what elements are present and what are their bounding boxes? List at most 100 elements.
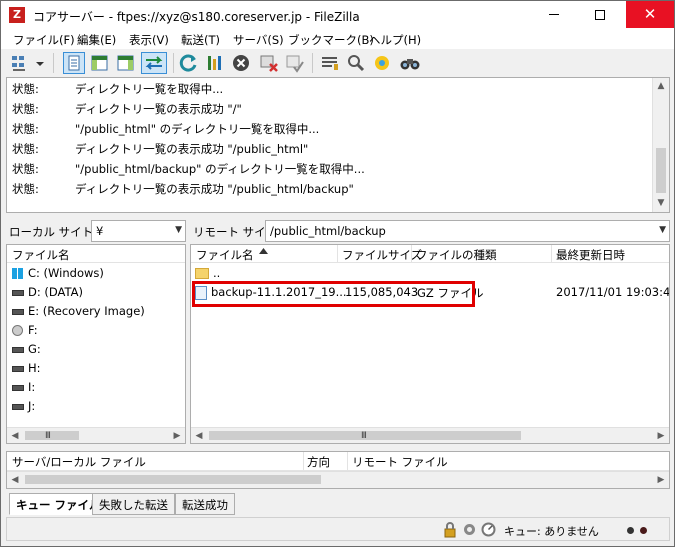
remote-site-bar: リモート サイト: /public_html/backup ▼	[190, 220, 670, 242]
local-site-bar: ローカル サイト: ¥ ▼	[6, 220, 186, 242]
directory-compare-button[interactable]	[371, 52, 393, 74]
drive-label: H:	[28, 361, 41, 375]
scroll-down-icon[interactable]: ▼	[653, 195, 669, 212]
queue-horizontal-scrollbar[interactable]: ◀ ▶	[7, 471, 669, 488]
scroll-up-icon[interactable]: ▲	[653, 78, 669, 95]
remote-horizontal-scrollbar[interactable]: ◀ III ▶	[191, 427, 669, 443]
drive-icon	[12, 384, 24, 391]
toggle-log-button[interactable]	[63, 52, 85, 74]
remote-file-list[interactable]: ファイル名 ファイルサイズ ファイルの種類 最終更新日時 .. backup-1…	[190, 244, 670, 444]
maximize-icon	[595, 9, 605, 20]
log-label: 状態:	[12, 102, 39, 116]
toggle-queue-button[interactable]	[141, 52, 167, 74]
drive-icon	[12, 365, 24, 372]
site-manager-dropdown[interactable]	[34, 52, 46, 74]
search-remote-button[interactable]	[399, 52, 421, 74]
scroll-right-icon[interactable]: ▶	[653, 428, 669, 443]
column-divider[interactable]	[551, 245, 552, 263]
minimize-button[interactable]	[531, 1, 577, 28]
scrollbar-thumb[interactable]	[656, 148, 666, 193]
cd-drive-icon	[12, 325, 23, 336]
refresh-button[interactable]	[178, 52, 200, 74]
drive-label: D: (DATA)	[28, 285, 83, 299]
reconnect-button[interactable]	[284, 52, 306, 74]
queue-column-header: サーバ/ローカル ファイル 方向 リモート ファイル	[7, 452, 669, 471]
tree-item-drive-d[interactable]: D: (DATA)	[12, 285, 83, 303]
process-queue-button[interactable]	[204, 52, 226, 74]
log-label: 状態:	[12, 122, 39, 136]
column-divider[interactable]	[337, 245, 338, 263]
log-label: 状態:	[12, 142, 39, 156]
local-column-header: ファイル名	[7, 245, 185, 263]
toggle-sync-browsing-button[interactable]	[345, 52, 367, 74]
tree-item-drive-i[interactable]: I:	[12, 380, 35, 398]
tree-item-drive-f[interactable]: F:	[12, 323, 38, 341]
log-scrollbar[interactable]: ▲ ▼	[652, 78, 669, 212]
directory-filter-button[interactable]	[319, 52, 341, 74]
tree-item-drive-h[interactable]: H:	[12, 361, 41, 379]
scroll-left-icon[interactable]: ◀	[191, 428, 207, 443]
sync-browsing-icon	[348, 55, 365, 72]
tab-failed-transfers[interactable]: 失敗した転送	[92, 493, 175, 515]
queue-column-local[interactable]: サーバ/ローカル ファイル	[12, 454, 146, 470]
local-path-input[interactable]: ¥ ▼	[91, 220, 186, 242]
scrollbar-grip-icon: III	[361, 431, 367, 441]
column-divider[interactable]	[347, 452, 348, 471]
menu-transfer[interactable]: 転送(T)	[181, 32, 220, 48]
toggle-remote-tree-button[interactable]	[115, 52, 137, 74]
menu-edit[interactable]: 編集(E)	[77, 32, 116, 48]
scroll-right-icon[interactable]: ▶	[169, 428, 185, 443]
log-message: ディレクトリ一覧の表示成功 "/public_html/backup"	[75, 182, 354, 196]
tree-item-drive-g[interactable]: G:	[12, 342, 41, 360]
local-column-filename[interactable]: ファイル名	[12, 247, 70, 263]
toolbar	[1, 49, 674, 77]
column-filename[interactable]: ファイル名	[196, 247, 254, 263]
transfer-queue[interactable]: サーバ/ローカル ファイル 方向 リモート ファイル ◀ ▶	[6, 451, 670, 489]
drive-label: F:	[28, 323, 38, 337]
windows-drive-icon	[12, 268, 23, 279]
local-tree-icon	[91, 55, 108, 71]
menu-bookmarks[interactable]: ブックマーク(B)	[288, 32, 374, 48]
menu-view[interactable]: 表示(V)	[129, 32, 169, 48]
column-divider[interactable]	[411, 245, 412, 263]
toolbar-separator	[312, 53, 313, 73]
file-name: ..	[213, 266, 221, 280]
menu-server[interactable]: サーバ(S)	[233, 32, 284, 48]
toggle-local-tree-button[interactable]	[89, 52, 111, 74]
queue-column-remote[interactable]: リモート ファイル	[352, 454, 448, 470]
drive-icon	[12, 403, 24, 410]
column-filetype[interactable]: ファイルの種類	[416, 247, 497, 263]
maximize-button[interactable]	[577, 1, 623, 28]
scroll-left-icon[interactable]: ◀	[7, 428, 23, 443]
queue-column-direction[interactable]: 方向	[307, 454, 330, 470]
close-button[interactable]	[626, 1, 674, 28]
tree-item-drive-c[interactable]: C: (Windows)	[12, 266, 104, 284]
drive-label: E: (Recovery Image)	[28, 304, 145, 318]
menu-help[interactable]: ヘルプ(H)	[369, 32, 421, 48]
local-horizontal-scrollbar[interactable]: ◀ III ▶	[7, 427, 185, 443]
site-manager-button[interactable]	[10, 52, 32, 74]
filezilla-window: Z コアサーバー - ftpes://xyz@s180.coreserver.j…	[0, 0, 675, 547]
window-title: コアサーバー - ftpes://xyz@s180.coreserver.jp …	[33, 10, 360, 24]
tree-item-drive-e[interactable]: E: (Recovery Image)	[12, 304, 145, 322]
menu-file[interactable]: ファイル(F)	[13, 32, 75, 48]
cancel-operation-button[interactable]	[230, 52, 252, 74]
remote-path-input[interactable]: /public_html/backup ▼	[265, 220, 670, 242]
column-modified[interactable]: 最終更新日時	[556, 247, 625, 263]
message-log[interactable]: 状態: ディレクトリ一覧を取得中... 状態: ディレクトリ一覧の表示成功 "/" …	[6, 77, 670, 213]
tree-item-drive-j[interactable]: J:	[12, 399, 35, 417]
scroll-right-icon[interactable]: ▶	[653, 472, 669, 488]
tab-successful-transfers[interactable]: 転送成功	[175, 493, 235, 515]
speed-limit-icon	[481, 522, 496, 537]
disconnect-button[interactable]	[258, 52, 280, 74]
scrollbar-thumb[interactable]	[25, 431, 79, 440]
folder-icon	[195, 268, 209, 279]
chevron-down-icon[interactable]: ▼	[659, 225, 666, 235]
status-bar: キュー: ありません	[6, 517, 670, 541]
local-tree[interactable]: ファイル名 C: (Windows) D: (DATA) E: (Recover…	[6, 244, 186, 444]
column-divider[interactable]	[303, 452, 304, 471]
disconnect-icon	[260, 55, 278, 72]
scrollbar-thumb[interactable]	[25, 475, 321, 484]
scroll-left-icon[interactable]: ◀	[7, 472, 23, 488]
chevron-down-icon[interactable]: ▼	[175, 225, 182, 235]
